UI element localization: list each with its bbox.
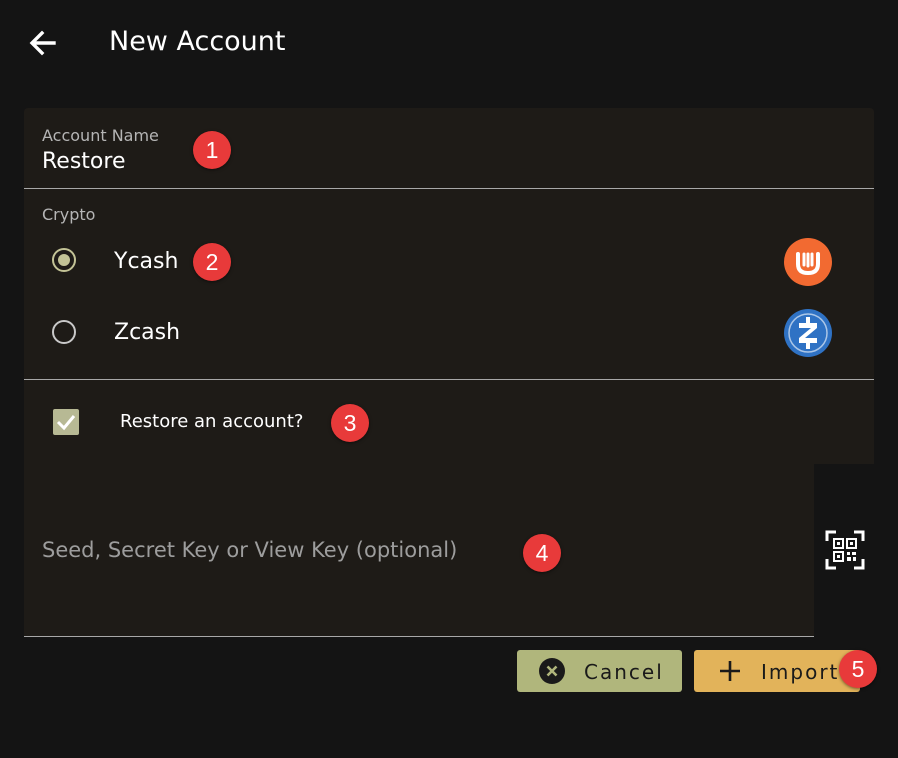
zcash-logo-icon bbox=[784, 309, 832, 357]
ycash-logo-icon bbox=[784, 238, 832, 286]
radio-ycash-selected[interactable] bbox=[52, 248, 76, 272]
qr-scan-icon bbox=[825, 530, 865, 570]
plus-icon bbox=[720, 661, 740, 681]
crypto-label: Crypto bbox=[42, 205, 96, 224]
back-button[interactable] bbox=[26, 26, 60, 60]
restore-checkbox[interactable] bbox=[53, 409, 79, 435]
page-title: New Account bbox=[109, 26, 286, 57]
crypto-option-label: Zcash bbox=[114, 320, 181, 345]
cancel-button[interactable]: Cancel bbox=[517, 650, 682, 692]
qr-scan-button[interactable] bbox=[825, 530, 865, 570]
account-name-input[interactable]: Restore bbox=[42, 149, 125, 174]
app-bar: New Account bbox=[0, 0, 898, 90]
crypto-option-ycash[interactable]: Ycash bbox=[24, 232, 874, 292]
restore-row: Restore an account? bbox=[24, 380, 874, 464]
import-button[interactable]: Import bbox=[694, 650, 860, 692]
cancel-button-label: Cancel bbox=[584, 660, 664, 684]
crypto-option-label: Ycash bbox=[114, 249, 179, 274]
annotation-badge-4: 4 bbox=[523, 534, 561, 572]
annotation-badge-3: 3 bbox=[331, 404, 369, 442]
checkmark-icon bbox=[56, 415, 76, 431]
annotation-badge-1: 1 bbox=[193, 131, 231, 169]
seed-input-field[interactable]: Seed, Secret Key or View Key (optional) bbox=[24, 464, 814, 637]
account-name-field[interactable]: Account Name Restore bbox=[24, 108, 874, 189]
arrow-left-icon bbox=[29, 30, 56, 56]
account-name-label: Account Name bbox=[42, 126, 159, 145]
annotation-badge-2: 2 bbox=[193, 243, 231, 281]
seed-input-placeholder[interactable]: Seed, Secret Key or View Key (optional) bbox=[42, 538, 457, 562]
cancel-circle-icon bbox=[539, 658, 565, 684]
import-button-label: Import bbox=[761, 660, 840, 684]
crypto-option-zcash[interactable]: Zcash bbox=[24, 303, 874, 363]
crypto-selector: Crypto Ycash Zcash bbox=[24, 189, 874, 380]
radio-zcash-unselected[interactable] bbox=[52, 320, 76, 344]
restore-label: Restore an account? bbox=[120, 411, 304, 432]
annotation-badge-5: 5 bbox=[839, 650, 877, 688]
